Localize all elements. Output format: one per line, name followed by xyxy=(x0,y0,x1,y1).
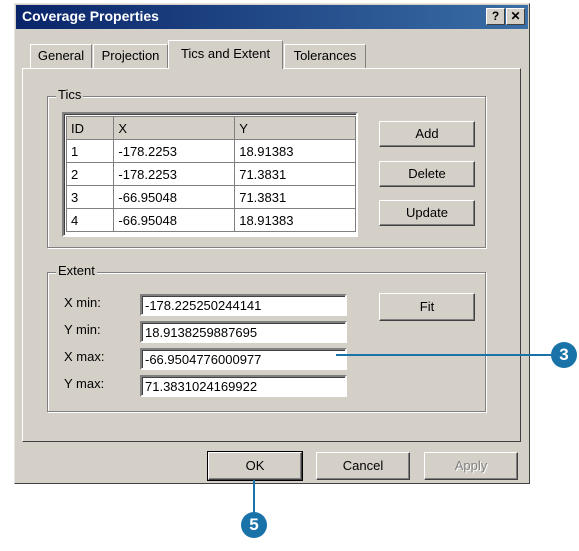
extent-group-label: Extent xyxy=(56,263,97,278)
table-row[interactable]: 2 -178.2253 71.3831 xyxy=(65,162,356,186)
callout-5-leader-line xyxy=(253,480,255,514)
add-button[interactable]: Add xyxy=(379,121,475,147)
apply-button[interactable]: Apply xyxy=(424,452,518,480)
column-header-x[interactable]: X xyxy=(113,116,236,140)
close-button[interactable]: ✕ xyxy=(506,8,525,25)
xmin-field[interactable]: -178.225250244141 xyxy=(140,294,347,316)
table-row[interactable]: 1 -178.2253 18.91383 xyxy=(65,139,356,163)
tab-tolerances[interactable]: Tolerances xyxy=(284,44,366,68)
xmax-label: X max: xyxy=(64,349,105,364)
xmax-field[interactable]: -66.9504776000977 xyxy=(140,348,347,370)
callout-5-badge: 5 xyxy=(241,512,267,538)
tics-table[interactable]: ID X Y 1 -178.2253 18.91383 2 -178.2253 … xyxy=(62,112,358,237)
callout-3-leader-line xyxy=(336,354,552,356)
ymax-field[interactable]: 71.3831024169922 xyxy=(140,375,347,397)
fit-button[interactable]: Fit xyxy=(379,293,475,321)
ymax-label: Y max: xyxy=(64,376,105,391)
cell-x[interactable]: -66.95048 xyxy=(113,208,236,232)
cell-id[interactable]: 2 xyxy=(65,162,115,186)
tics-group-label: Tics xyxy=(56,87,84,102)
cell-y[interactable]: 18.91383 xyxy=(234,208,356,232)
tab-tics-and-extent[interactable]: Tics and Extent xyxy=(168,40,283,69)
cell-id[interactable]: 3 xyxy=(65,185,115,209)
delete-button[interactable]: Delete xyxy=(379,161,475,187)
cancel-button[interactable]: Cancel xyxy=(316,452,410,480)
callout-3-badge: 3 xyxy=(551,342,577,368)
tics-grid: ID X Y 1 -178.2253 18.91383 2 -178.2253 … xyxy=(65,116,356,232)
update-button[interactable]: Update xyxy=(379,200,475,226)
table-header-row: ID X Y xyxy=(65,116,356,140)
window-title: Coverage Properties xyxy=(22,8,159,24)
ok-button[interactable]: OK xyxy=(207,451,303,481)
cell-x[interactable]: -178.2253 xyxy=(113,162,236,186)
cell-x[interactable]: -66.95048 xyxy=(113,185,236,209)
help-button[interactable]: ? xyxy=(486,8,505,25)
cell-id[interactable]: 4 xyxy=(65,208,115,232)
table-row[interactable]: 3 -66.95048 71.3831 xyxy=(65,185,356,209)
ymin-label: Y min: xyxy=(64,322,101,337)
tab-general[interactable]: General xyxy=(30,44,92,68)
cell-x[interactable]: -178.2253 xyxy=(113,139,236,163)
column-header-id[interactable]: ID xyxy=(65,116,115,140)
cell-y[interactable]: 71.3831 xyxy=(234,162,356,186)
tab-projection[interactable]: Projection xyxy=(93,44,168,68)
xmin-label: X min: xyxy=(64,295,101,310)
column-header-y[interactable]: Y xyxy=(234,116,356,140)
cell-y[interactable]: 71.3831 xyxy=(234,185,356,209)
cell-id[interactable]: 1 xyxy=(65,139,115,163)
cell-y[interactable]: 18.91383 xyxy=(234,139,356,163)
ymin-field[interactable]: 18.9138259887695 xyxy=(140,321,347,343)
table-row[interactable]: 4 -66.95048 18.91383 xyxy=(65,208,356,232)
